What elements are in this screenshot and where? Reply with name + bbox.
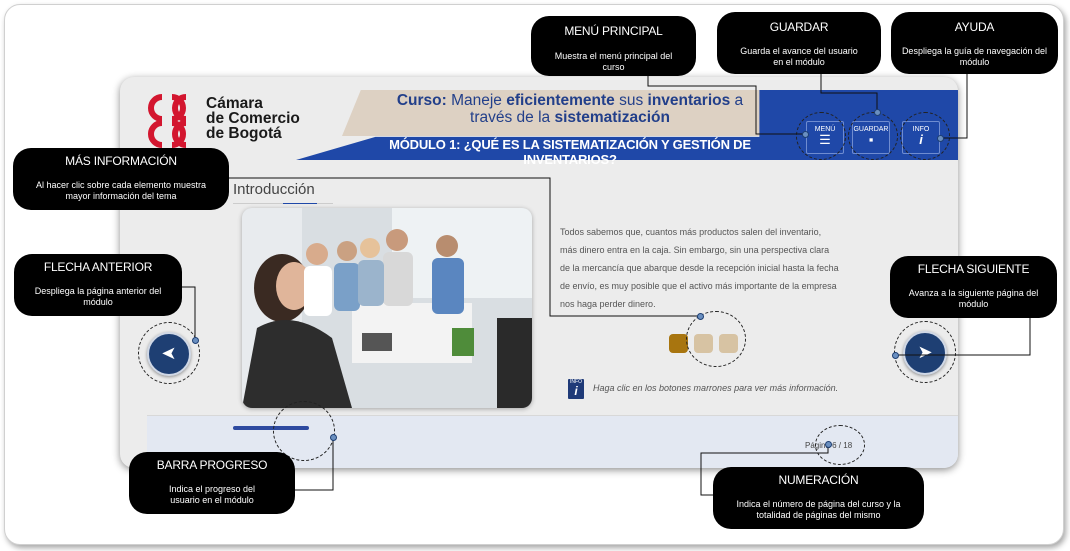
- course-word-bold: inventarios: [647, 92, 731, 109]
- course-word-bold: sistematización: [554, 109, 670, 126]
- callout-title: FLECHA SIGUIENTE: [917, 262, 1030, 276]
- course-word: sus: [619, 92, 644, 109]
- callout-help: AYUDA Despliega la guía de navegación de…: [891, 12, 1058, 74]
- callout-desc: Indica el progreso del usuario en el mód…: [168, 484, 256, 505]
- course-title: Curso: Maneje eficientemente sus inventa…: [370, 92, 770, 126]
- save-highlight: [848, 112, 898, 160]
- course-word: Maneje: [451, 92, 502, 109]
- numbering-highlight: [815, 425, 865, 465]
- module-title: MÓDULO 1: ¿QUÉ ES LA SISTEMATIZACIÓN Y G…: [389, 137, 751, 167]
- connector-dot: [874, 109, 881, 116]
- course-word-bold: eficientemente: [506, 92, 615, 109]
- callout-save: GUARDAR Guarda el avance del usuario en …: [717, 12, 881, 74]
- section-underline: [233, 203, 333, 204]
- callout-title: BARRA PROGRESO: [156, 458, 268, 472]
- callout-progress: BARRA PROGRESO Indica el progreso del us…: [129, 452, 295, 514]
- callout-title: MENÚ PRINCIPAL: [564, 24, 663, 38]
- logo-line-1: Cámara: [206, 95, 263, 112]
- connector-dot: [330, 434, 337, 441]
- meeting-illustration: [242, 208, 532, 408]
- course-prefix: Curso:: [396, 92, 447, 109]
- connector-dot: [892, 352, 899, 359]
- next-highlight: [894, 321, 956, 383]
- callout-desc: Al hacer clic sobre cada elemento muestr…: [35, 180, 207, 201]
- connector-dot: [802, 131, 809, 138]
- callout-title: MÁS INFORMACIÓN: [65, 154, 177, 168]
- callout-next: FLECHA SIGUIENTE Avanza a la siguiente p…: [890, 256, 1057, 318]
- callout-desc: Guarda el avance del usuario en el módul…: [740, 46, 858, 67]
- connector-dot: [697, 313, 704, 320]
- callout-title: GUARDAR: [769, 20, 829, 34]
- logo-wordmark: Cámara de Comercio de Bogotá: [206, 95, 326, 142]
- callout-desc: Muestra el menú principal del curso: [554, 51, 673, 72]
- prev-highlight: [138, 322, 200, 384]
- callout-desc: Avanza a la siguiente página del módulo: [908, 288, 1039, 309]
- callout-main-menu: MENÚ PRINCIPAL Muestra el menú principal…: [531, 16, 696, 76]
- course-word: través de la: [470, 109, 551, 126]
- hint-text: Haga clic en los botones marrones para v…: [593, 383, 839, 393]
- team-meeting-photo: [242, 208, 532, 408]
- course-word: a: [734, 92, 744, 109]
- callout-desc: Despliega la guía de navegación del módu…: [901, 46, 1048, 67]
- callout-title: NUMERACIÓN: [778, 473, 859, 487]
- connector-dot: [937, 135, 944, 142]
- logo-line-2: de Comercio: [206, 110, 300, 127]
- logo-line-3: de Bogotá: [206, 125, 282, 142]
- info-buttons-highlight: [686, 311, 746, 367]
- callout-more-info: MÁS INFORMACIÓN Al hacer clic sobre cada…: [13, 148, 229, 210]
- connector-dot: [825, 441, 832, 448]
- callout-title: FLECHA ANTERIOR: [43, 260, 153, 274]
- hint-info-icon: INFO i: [568, 379, 584, 399]
- connector-dot: [192, 337, 199, 344]
- callout-title: AYUDA: [954, 20, 995, 34]
- hint-icon-glyph: i: [574, 384, 578, 398]
- section-title: Introducción: [233, 181, 315, 198]
- callout-desc: Despliega la página anterior del módulo: [34, 286, 162, 307]
- callout-numbering: NUMERACIÓN Indica el número de página de…: [713, 467, 924, 529]
- intro-paragraph: Todos sabemos que, cuantos más productos…: [560, 227, 839, 309]
- callout-desc: Indica el número de página del curso y l…: [736, 499, 901, 520]
- callout-previous: FLECHA ANTERIOR Despliega la página ante…: [14, 254, 182, 316]
